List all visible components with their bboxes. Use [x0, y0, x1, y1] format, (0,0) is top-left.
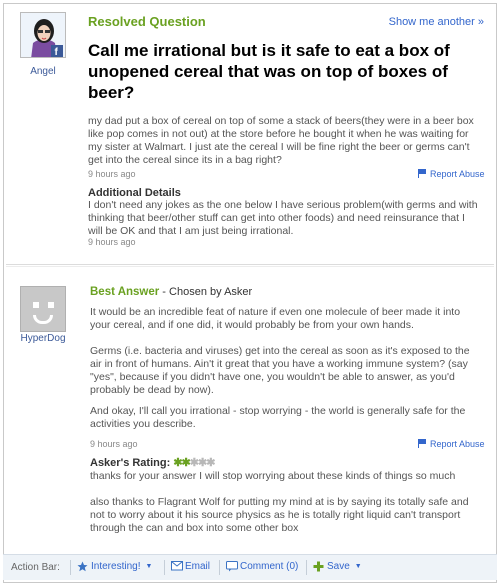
avatar-right-eye [48, 302, 54, 308]
flag-icon [418, 439, 427, 448]
best-answer-header: Best Answer - Chosen by Asker [90, 286, 252, 298]
rating-stars: ✱✱✱✱✱ [173, 457, 215, 469]
comment-button[interactable]: Comment (0) [226, 561, 298, 572]
answerer-name[interactable]: HyperDog [8, 333, 78, 344]
comment-icon [226, 561, 238, 572]
question-report-abuse[interactable]: Report Abuse [418, 169, 485, 179]
show-another-link[interactable]: Show me another » [389, 16, 484, 28]
email-label: Email [185, 561, 211, 572]
section-divider-shadow [6, 266, 494, 267]
report-abuse-label: Report Abuse [430, 169, 485, 179]
rating-label: Asker's Rating: [90, 457, 171, 469]
avatar-left-eye [33, 302, 39, 308]
answerer-avatar[interactable] [20, 286, 66, 332]
section-divider [6, 264, 494, 265]
asker-avatar[interactable]: f [20, 12, 66, 58]
answer-report-abuse[interactable]: Report Abuse [418, 439, 485, 449]
additional-details-body: I don't need any jokes as the one below … [88, 199, 478, 237]
rating-star-empty: ✱ [197, 457, 207, 469]
additional-details-title: Additional Details [88, 187, 181, 199]
star-icon [77, 561, 88, 572]
save-button[interactable]: Save ▼ [313, 561, 362, 572]
rating-star-filled: ✱ [181, 457, 191, 469]
chosen-by-label: - Chosen by Asker [159, 286, 253, 298]
rating-star-empty: ✱ [206, 457, 215, 469]
chevron-down-icon[interactable]: ▼ [355, 563, 362, 570]
rating-star-filled: ✱ [173, 457, 182, 469]
comment-label: Comment (0) [240, 561, 299, 572]
report-abuse-label: Report Abuse [430, 439, 485, 449]
question-time: 9 hours ago [88, 169, 136, 179]
action-bar-label: Action Bar: [11, 562, 60, 573]
save-label: Save [327, 561, 350, 572]
action-bar-separator [219, 560, 220, 575]
action-bar-separator [164, 560, 165, 575]
rating-star-empty: ✱ [189, 457, 199, 469]
answer-paragraph: It would be an incredible feat of nature… [90, 306, 461, 331]
envelope-icon [171, 561, 183, 572]
question-body: my dad put a box of cereal on top of som… [88, 115, 474, 166]
asker-rating: Asker's Rating: ✱✱✱✱✱ [90, 456, 215, 469]
answer-paragraph: Germs (i.e. bacteria and viruses) get in… [90, 345, 470, 396]
avatar-mouth [33, 315, 53, 324]
answer-paragraph: And okay, I'll call you irrational - sto… [90, 405, 466, 430]
interesting-button[interactable]: Interesting! ▼ [77, 561, 152, 572]
email-button[interactable]: Email [171, 561, 210, 572]
rating-comment: also thanks to Flagrant Wolf for putting… [90, 496, 469, 534]
interesting-label: Interesting! [91, 561, 141, 572]
best-answer-label: Best Answer [90, 286, 160, 298]
flag-icon [418, 169, 427, 178]
answer-time: 9 hours ago [90, 439, 138, 449]
action-bar: Action Bar: Interesting! ▼ Email Comment … [3, 554, 497, 580]
rating-comment: thanks for your answer I will stop worry… [90, 470, 456, 482]
question-title: Call me irrational but is it safe to eat… [88, 41, 450, 102]
action-bar-separator [70, 560, 71, 575]
asker-name[interactable]: Angel [8, 66, 78, 77]
action-bar-separator [306, 560, 307, 575]
plus-icon [313, 561, 324, 572]
resolved-status: Resolved Question [88, 14, 206, 29]
chevron-down-icon[interactable]: ▼ [145, 563, 152, 570]
additional-details-time: 9 hours ago [88, 237, 136, 247]
